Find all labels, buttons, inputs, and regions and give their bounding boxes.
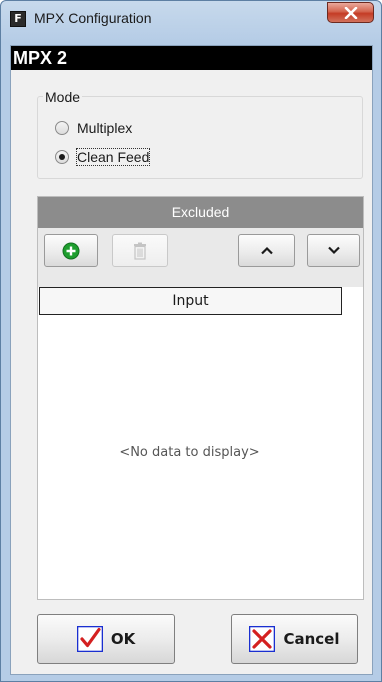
add-button[interactable] bbox=[44, 234, 98, 267]
cancel-x-icon bbox=[249, 626, 276, 652]
close-icon bbox=[344, 7, 358, 19]
app-icon: F bbox=[10, 11, 26, 27]
cancel-label: Cancel bbox=[283, 630, 340, 648]
close-button[interactable] bbox=[327, 2, 374, 23]
delete-button[interactable] bbox=[112, 234, 168, 267]
radio-clean-feed-indicator[interactable] bbox=[55, 150, 69, 164]
excluded-grid: Excluded Input <No data to display> bbox=[37, 196, 364, 600]
cancel-button[interactable]: Cancel bbox=[231, 614, 358, 664]
move-up-button[interactable] bbox=[238, 234, 295, 267]
ok-label: OK bbox=[110, 630, 136, 648]
grid-body[interactable]: Input <No data to display> bbox=[38, 287, 363, 599]
radio-multiplex[interactable]: Multiplex bbox=[55, 120, 132, 136]
chevron-down-icon bbox=[327, 246, 340, 255]
radio-clean-feed-label: Clean Feed bbox=[75, 148, 151, 166]
radio-clean-feed[interactable]: Clean Feed bbox=[55, 148, 151, 166]
add-circle-icon bbox=[62, 242, 80, 259]
radio-multiplex-label: Multiplex bbox=[77, 120, 133, 136]
title-bar[interactable]: F MPX Configuration bbox=[1, 1, 381, 37]
mode-groupbox bbox=[37, 96, 363, 179]
window-title: MPX Configuration bbox=[34, 10, 152, 26]
mode-groupbox-label: Mode bbox=[43, 89, 83, 105]
grid-title: Excluded bbox=[38, 197, 363, 228]
chevron-up-icon bbox=[260, 246, 273, 255]
move-down-button[interactable] bbox=[307, 234, 360, 267]
ok-button[interactable]: OK bbox=[37, 614, 175, 664]
trash-icon bbox=[134, 242, 146, 260]
panel-header: MPX 2 bbox=[11, 46, 372, 70]
radio-multiplex-indicator[interactable] bbox=[55, 121, 69, 135]
checkmark-icon bbox=[76, 626, 103, 652]
empty-grid-message: <No data to display> bbox=[119, 445, 260, 460]
column-header-input[interactable]: Input bbox=[39, 287, 342, 315]
